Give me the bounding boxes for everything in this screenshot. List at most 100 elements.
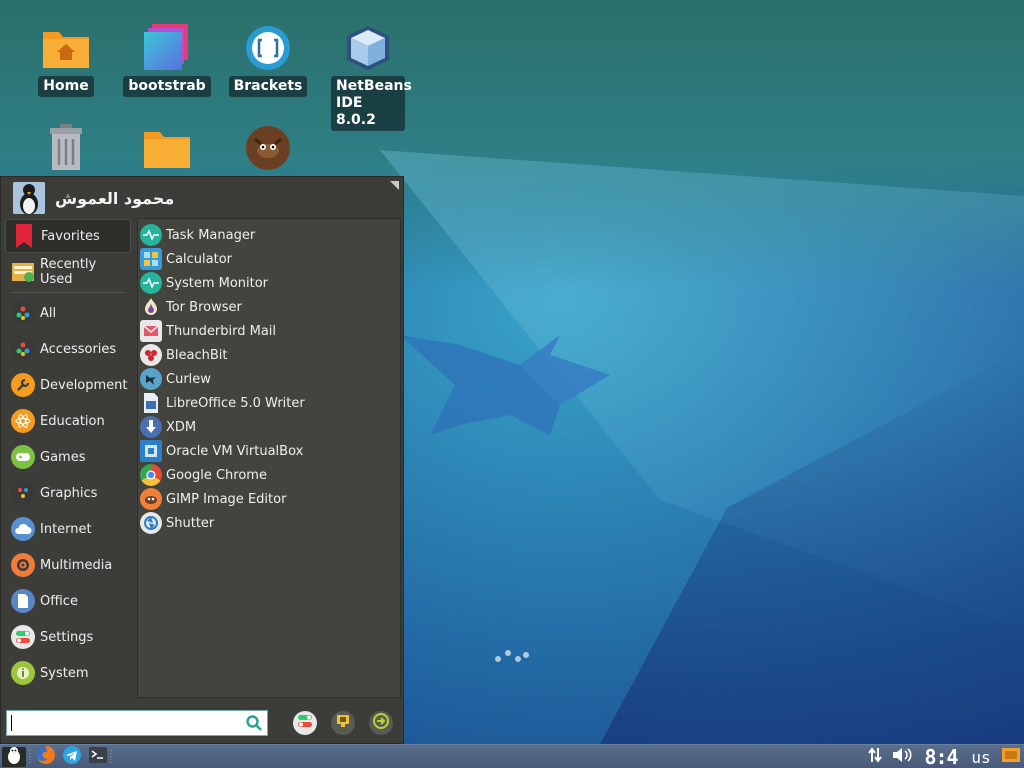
app-label: Curlew [166, 371, 211, 387]
network-arrows-icon [866, 746, 884, 768]
category-label: System [40, 665, 89, 681]
desktop-icon-label: Brackets [228, 76, 308, 97]
speaker-icon [11, 553, 35, 577]
desktop-icon-gimp[interactable] [223, 122, 313, 174]
desktop-icon-label: NetBeans IDE 8.0.2 [331, 76, 412, 131]
app-system-monitor[interactable]: System Monitor [138, 271, 400, 295]
gamepad-icon [11, 445, 35, 469]
app-curlew[interactable]: Curlew [138, 367, 400, 391]
desktop-icon-folder[interactable] [122, 122, 212, 174]
wrench-icon [11, 373, 35, 397]
document-icon [11, 589, 35, 613]
app-label: Task Manager [166, 227, 256, 243]
category-label: Games [40, 449, 86, 465]
application-list: Task Manager Calculator System Monitor T… [137, 218, 401, 698]
gimp-icon [140, 488, 162, 510]
keyboard-layout-indicator[interactable]: us [964, 747, 998, 767]
apps-icon [11, 301, 35, 325]
app-thunderbird-mail[interactable]: Thunderbird Mail [138, 319, 400, 343]
app-label: Google Chrome [166, 467, 267, 483]
search-box [6, 710, 268, 736]
xfce-mouse-logo [400, 335, 610, 435]
network-indicator[interactable] [864, 747, 886, 767]
resize-corner-handle[interactable] [390, 181, 399, 190]
app-label: System Monitor [166, 275, 269, 291]
home-folder-icon [40, 22, 92, 74]
category-internet[interactable]: Internet [5, 511, 131, 547]
telegram-launcher[interactable] [61, 746, 83, 767]
category-label: Favorites [41, 228, 100, 244]
category-development[interactable]: Development [5, 367, 131, 403]
category-multimedia[interactable]: Multimedia [5, 547, 131, 583]
whisker-menu-button[interactable] [2, 747, 26, 767]
desktop-icon-trash[interactable] [21, 122, 111, 174]
desktop-icon-bootstrab[interactable]: bootstrab [122, 22, 212, 97]
atom-icon [11, 409, 35, 433]
app-calculator[interactable]: Calculator [138, 247, 400, 271]
keyboard-layout-text: us [971, 747, 991, 767]
app-libreoffice-writer[interactable]: LibreOffice 5.0 Writer [138, 391, 400, 415]
category-all[interactable]: All [5, 295, 131, 331]
show-desktop-button[interactable] [1000, 747, 1022, 767]
category-label: Education [40, 413, 105, 429]
app-label: Calculator [166, 251, 233, 267]
search-input[interactable] [7, 711, 237, 733]
app-google-chrome[interactable]: Google Chrome [138, 463, 400, 487]
app-task-manager[interactable]: Task Manager [138, 223, 400, 247]
shutter-icon [140, 512, 162, 534]
app-bleachbit[interactable]: BleachBit [138, 343, 400, 367]
trash-icon [40, 122, 92, 174]
desktop-icon-brackets[interactable]: Brackets [223, 22, 313, 97]
category-label: Graphics [40, 485, 98, 501]
category-label: Settings [40, 629, 94, 645]
category-games[interactable]: Games [5, 439, 131, 475]
category-label: Multimedia [40, 557, 113, 573]
avatar [13, 182, 45, 214]
gimp-icon [242, 122, 294, 174]
cloud-icon [11, 517, 35, 541]
app-label: Oracle VM VirtualBox [166, 443, 304, 459]
category-recently-used[interactable]: Recently Used [5, 254, 131, 290]
app-label: XDM [166, 419, 197, 435]
search-icon[interactable] [245, 714, 263, 736]
logout-button[interactable] [369, 711, 393, 735]
bleachbit-icon [140, 344, 162, 366]
app-label: Tor Browser [166, 299, 242, 315]
app-tor-browser[interactable]: Tor Browser [138, 295, 400, 319]
category-office[interactable]: Office [5, 583, 131, 619]
chrome-icon [140, 464, 162, 486]
desktop-icon-label: bootstrab [123, 76, 211, 97]
category-favorites[interactable]: Favorites [5, 219, 131, 253]
app-xdm[interactable]: XDM [138, 415, 400, 439]
firefox-launcher[interactable] [35, 745, 57, 768]
netbeans-cube-icon [342, 22, 394, 74]
firefox-icon [36, 745, 56, 768]
taskbar-separator [29, 747, 32, 767]
terminal-launcher[interactable] [87, 747, 109, 767]
desktop-icon-netbeans[interactable]: NetBeans IDE 8.0.2 [323, 22, 413, 131]
category-system[interactable]: System [5, 655, 131, 691]
bookmark-icon [12, 224, 36, 248]
taskbar: 8:4 us [0, 744, 1024, 768]
calculator-icon [140, 248, 162, 270]
volume-indicator[interactable] [890, 747, 914, 767]
category-graphics[interactable]: Graphics [5, 475, 131, 511]
desktop-icon-home[interactable]: Home [21, 22, 111, 97]
app-virtualbox[interactable]: Oracle VM VirtualBox [138, 439, 400, 463]
show-desktop-icon [1001, 746, 1021, 768]
category-settings[interactable]: Settings [5, 619, 131, 655]
settings-toggle-button[interactable] [293, 711, 317, 735]
accessories-icon [11, 337, 35, 361]
app-shutter[interactable]: Shutter [138, 511, 400, 535]
category-accessories[interactable]: Accessories [5, 331, 131, 367]
lock-screen-button[interactable] [331, 711, 355, 735]
pulse-icon [140, 272, 162, 294]
app-gimp[interactable]: GIMP Image Editor [138, 487, 400, 511]
app-label: GIMP Image Editor [166, 491, 287, 507]
app-label: LibreOffice 5.0 Writer [166, 395, 305, 411]
clock[interactable]: 8:4 [921, 745, 961, 768]
category-education[interactable]: Education [5, 403, 131, 439]
logout-icon [372, 712, 390, 734]
app-label: Shutter [166, 515, 215, 531]
desktop-icon-label: Home [38, 76, 94, 97]
